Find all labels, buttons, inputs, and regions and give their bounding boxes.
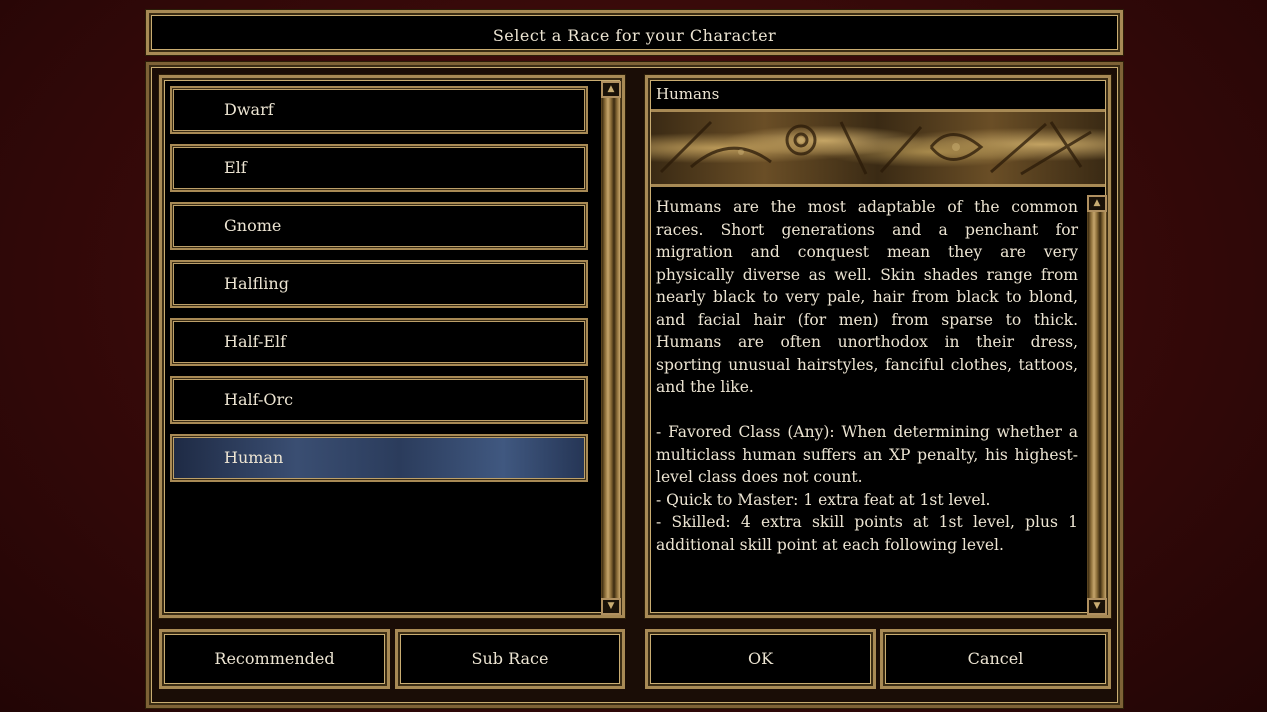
race-list-scrollbar[interactable]: ▲ ▼ xyxy=(601,81,621,615)
race-item-label: Human xyxy=(224,448,284,467)
race-item-label: Dwarf xyxy=(224,100,274,119)
scroll-down-icon[interactable]: ▼ xyxy=(1087,598,1107,615)
race-item-dwarf[interactable]: Dwarf xyxy=(170,86,588,134)
equipment-banner-image xyxy=(651,109,1105,187)
race-item-half-elf[interactable]: Half-Elf xyxy=(170,318,588,366)
race-item-label: Half-Orc xyxy=(224,390,294,409)
ok-button[interactable]: OK xyxy=(645,629,876,689)
scroll-up-icon[interactable]: ▲ xyxy=(1087,195,1107,212)
cancel-button[interactable]: Cancel xyxy=(880,629,1111,689)
race-item-human[interactable]: Human xyxy=(170,434,588,482)
race-item-elf[interactable]: Elf xyxy=(170,144,588,192)
race-item-label: Half-Elf xyxy=(224,332,287,351)
race-item-half-orc[interactable]: Half-Orc xyxy=(170,376,588,424)
race-info-panel: Humans Humans are the most adaptable of … xyxy=(645,75,1111,618)
description-scrollbar[interactable]: ▲ ▼ xyxy=(1087,195,1107,615)
race-info-title: Humans xyxy=(656,85,720,103)
scroll-up-icon[interactable]: ▲ xyxy=(601,81,621,98)
scroll-down-icon[interactable]: ▼ xyxy=(601,598,621,615)
race-description: Humans are the most adaptable of the com… xyxy=(656,198,1078,554)
race-item-label: Halfling xyxy=(224,274,289,293)
race-list-panel: Dwarf Elf Gnome Halfling Half-Elf Half-Orc Hum… xyxy=(159,75,625,618)
title-bar: Select a Race for your Character xyxy=(146,10,1123,55)
race-item-label: Gnome xyxy=(224,216,282,235)
sub-race-button[interactable]: Sub Race xyxy=(395,629,625,689)
page-title: Select a Race for your Character xyxy=(492,26,777,45)
race-item-label: Elf xyxy=(224,158,247,177)
recommended-button[interactable]: Recommended xyxy=(159,629,390,689)
race-item-halfling[interactable]: Halfling xyxy=(170,260,588,308)
race-item-gnome[interactable]: Gnome xyxy=(170,202,588,250)
